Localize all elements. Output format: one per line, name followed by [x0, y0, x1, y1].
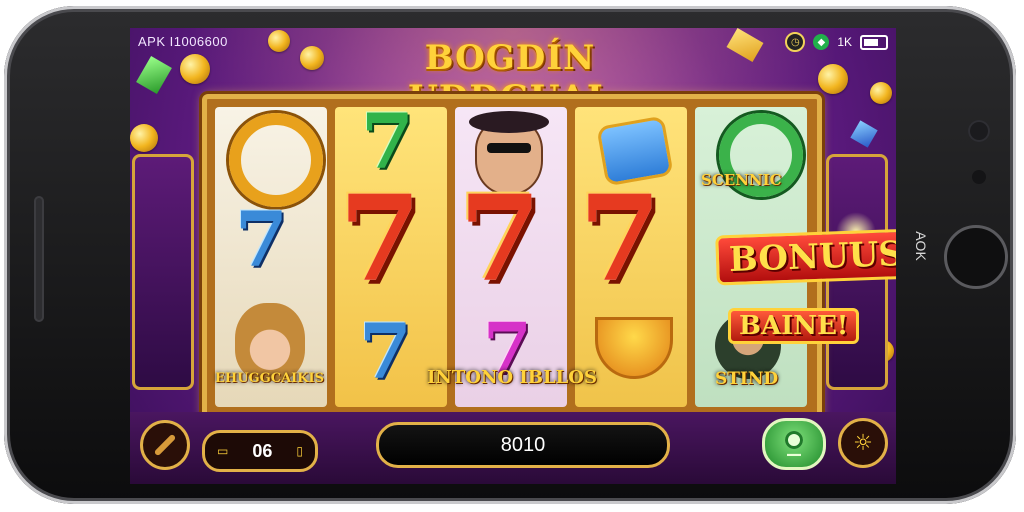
red-seven-symbol: 7	[579, 169, 662, 308]
dragon-ring-symbol	[229, 113, 323, 207]
baine-banner: BAINE!	[728, 308, 860, 344]
reel-1: 7 EHUGGCAIKIS	[215, 107, 327, 407]
game-screen: APK I1006600 ◷ ◆ 1K BOGDÍN UDDGUAL 7 EHU…	[130, 28, 896, 484]
battery-icon	[860, 34, 888, 50]
woman-symbol	[235, 303, 305, 381]
plus-icon[interactable]: ▯	[296, 444, 303, 458]
bet-control: ▭ 06 ▯	[202, 430, 318, 472]
home-button[interactable]	[944, 225, 1008, 289]
reel-3: 7 7	[455, 107, 567, 407]
side-label: AOK	[912, 231, 929, 261]
camera-lens	[968, 120, 990, 142]
reel-2: 7 7 7	[335, 97, 447, 407]
menu-button[interactable]	[140, 420, 190, 470]
coin-icon	[818, 64, 848, 94]
wand-icon	[153, 433, 177, 457]
status-icons: ◷ ◆ 1K	[785, 32, 888, 52]
reel-4: 7	[575, 107, 687, 407]
app-label: APK I1006600	[138, 34, 228, 49]
coin-icon	[130, 124, 158, 152]
clock-icon: ◷	[785, 32, 806, 52]
minus-icon[interactable]: ▭	[217, 444, 228, 458]
blue-seven-symbol: 7	[359, 307, 412, 396]
red-seven-symbol: 7	[459, 169, 542, 308]
gem-icon	[136, 56, 172, 94]
bonus-banner: BONUUS	[715, 228, 896, 286]
bet-value: 06	[252, 440, 273, 461]
speaker-grille	[34, 196, 44, 322]
settings-button[interactable]: ☼	[838, 418, 888, 468]
reel5-top-label: SCENNIC	[701, 171, 782, 189]
coin-icon	[870, 82, 892, 104]
shield-icon: ◆	[813, 34, 830, 50]
spin-icon	[785, 430, 803, 449]
credit-display: 8010	[376, 422, 670, 468]
coin-icon	[180, 54, 210, 84]
spin-button[interactable]: ▬▬	[762, 418, 826, 470]
spin-label: ▬▬	[787, 450, 801, 458]
coin-icon	[300, 46, 324, 70]
sun-gear-icon: ☼	[853, 430, 873, 456]
reel5-bottom-label: STIND	[715, 369, 779, 389]
center-bottom-label: INTONO IBLLOS	[427, 367, 597, 388]
coin-icon	[268, 30, 290, 52]
signal-text: 1K	[837, 35, 852, 49]
sensor	[972, 170, 986, 184]
gem-icon	[726, 28, 764, 63]
chalice-symbol	[595, 317, 673, 379]
blue-seven-symbol: 7	[235, 195, 288, 284]
left-decor-panel	[132, 154, 194, 390]
reel1-bottom-label: EHUGGCAIKIS	[215, 371, 325, 386]
gem-icon	[850, 120, 878, 148]
red-seven-symbol: 7	[339, 169, 422, 308]
